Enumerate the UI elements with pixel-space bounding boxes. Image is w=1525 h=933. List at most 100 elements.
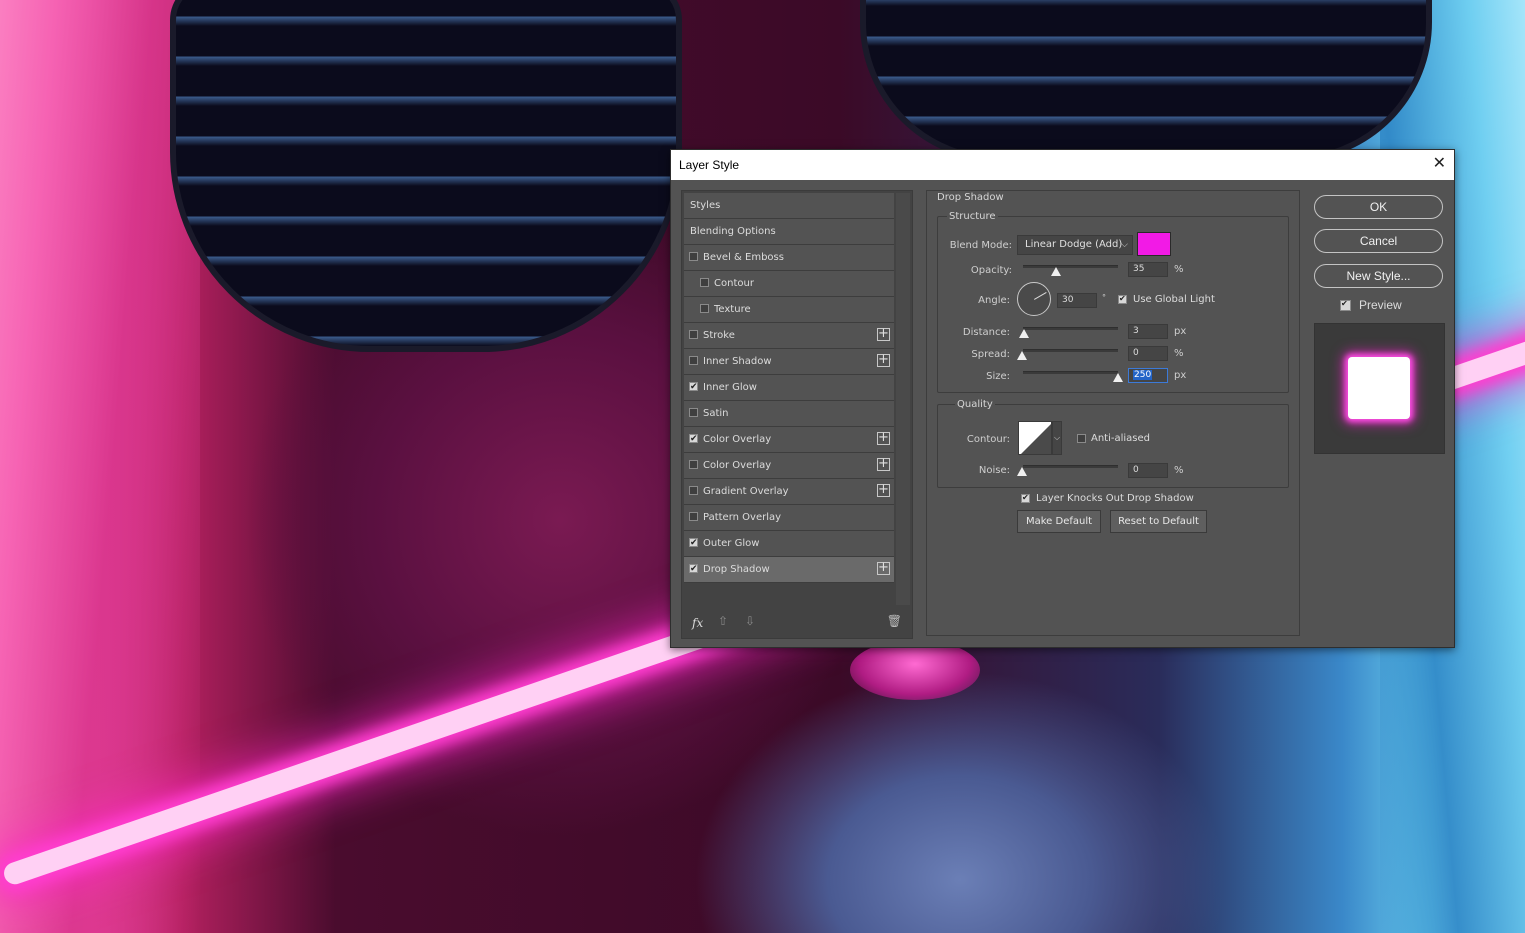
dialog-titlebar[interactable]: Layer Style ✕ bbox=[671, 150, 1454, 180]
style-checkbox[interactable] bbox=[689, 252, 698, 261]
style-preview bbox=[1314, 323, 1445, 454]
knocks-out-checkbox[interactable] bbox=[1021, 492, 1030, 504]
spread-label: Spread: bbox=[971, 349, 1010, 360]
close-icon[interactable]: ✕ bbox=[1433, 154, 1446, 174]
style-checkbox[interactable] bbox=[689, 460, 698, 469]
opacity-unit: % bbox=[1174, 264, 1184, 275]
move-down-icon[interactable]: ⇩ bbox=[745, 614, 755, 628]
shadow-color-swatch[interactable] bbox=[1137, 232, 1171, 256]
structure-title: Structure bbox=[947, 211, 998, 222]
style-row-contour[interactable]: Contour bbox=[684, 271, 894, 297]
spread-slider-thumb[interactable] bbox=[1017, 351, 1027, 360]
trash-icon[interactable]: 🗑 bbox=[887, 614, 902, 628]
make-default-button[interactable]: Make Default bbox=[1017, 510, 1101, 533]
opacity-slider[interactable] bbox=[1023, 265, 1118, 268]
cancel-button[interactable]: Cancel bbox=[1314, 229, 1443, 253]
add-style-icon[interactable]: + bbox=[877, 457, 890, 471]
drop-shadow-title: Drop Shadow bbox=[937, 192, 1004, 203]
style-row-texture[interactable]: Texture bbox=[684, 297, 894, 323]
fx-icon[interactable]: fx bbox=[692, 616, 703, 630]
angle-field[interactable]: 30 bbox=[1057, 293, 1097, 308]
distance-field[interactable]: 3 bbox=[1128, 324, 1168, 339]
add-style-icon[interactable]: + bbox=[877, 561, 890, 575]
angle-unit: ° bbox=[1102, 293, 1106, 302]
style-checkbox[interactable] bbox=[689, 486, 698, 495]
style-checkbox[interactable] bbox=[689, 512, 698, 521]
style-label: Contour bbox=[714, 278, 754, 289]
add-style-icon[interactable]: + bbox=[877, 431, 890, 445]
glasses-right-lens bbox=[860, 0, 1432, 162]
opacity-slider-thumb[interactable] bbox=[1051, 267, 1062, 276]
blend-mode-select[interactable]: Linear Dodge (Add) ⌵ bbox=[1017, 235, 1133, 255]
distance-label: Distance: bbox=[962, 327, 1010, 338]
angle-label: Angle: bbox=[978, 295, 1010, 306]
styles-list-toolbar: fx ⇧ ⇩ 🗑 bbox=[682, 608, 912, 638]
style-row-outer-glow[interactable]: Outer Glow bbox=[684, 531, 894, 557]
style-checkbox[interactable] bbox=[689, 356, 698, 365]
styles-list-panel: Styles Blending Options Bevel & Emboss Co… bbox=[681, 190, 913, 639]
style-row-stroke[interactable]: Stroke + bbox=[684, 323, 894, 349]
contour-dropdown-icon[interactable]: ⌵ bbox=[1052, 421, 1062, 455]
preview-label: Preview bbox=[1359, 298, 1402, 312]
layer-style-dialog: Layer Style ✕ Styles Blending Options Be… bbox=[670, 149, 1455, 648]
reset-to-default-button[interactable]: Reset to Default bbox=[1110, 510, 1207, 533]
style-checkbox[interactable] bbox=[689, 375, 698, 400]
spread-slider[interactable] bbox=[1023, 349, 1118, 352]
style-row-inner-glow[interactable]: Inner Glow bbox=[684, 375, 894, 401]
style-row-color-overlay[interactable]: Color Overlay + bbox=[684, 453, 894, 479]
style-row-color-overlay[interactable]: Color Overlay + bbox=[684, 427, 894, 453]
style-row-drop-shadow[interactable]: Drop Shadow + bbox=[684, 557, 894, 583]
blend-mode-label: Blend Mode: bbox=[949, 240, 1012, 251]
lips bbox=[850, 640, 980, 700]
style-label: Inner Shadow bbox=[703, 356, 772, 367]
contour-preview[interactable] bbox=[1018, 421, 1052, 455]
style-checkbox[interactable] bbox=[689, 427, 698, 452]
move-up-icon[interactable]: ⇧ bbox=[718, 614, 728, 628]
size-slider[interactable] bbox=[1023, 371, 1118, 374]
size-field[interactable]: 250 bbox=[1128, 368, 1168, 383]
style-checkbox[interactable] bbox=[700, 304, 709, 313]
spread-field[interactable]: 0 bbox=[1128, 346, 1168, 361]
use-global-light-checkbox[interactable] bbox=[1118, 293, 1127, 305]
add-style-icon[interactable]: + bbox=[877, 353, 890, 367]
style-checkbox[interactable] bbox=[700, 278, 709, 287]
noise-field[interactable]: 0 bbox=[1128, 463, 1168, 478]
style-checkbox[interactable] bbox=[689, 408, 698, 417]
ok-button[interactable]: OK bbox=[1314, 195, 1443, 219]
style-checkbox[interactable] bbox=[689, 330, 698, 339]
style-label: Pattern Overlay bbox=[703, 512, 782, 523]
style-row-satin[interactable]: Satin bbox=[684, 401, 894, 427]
distance-unit: px bbox=[1174, 326, 1187, 337]
styles-header-row[interactable]: Styles bbox=[684, 193, 894, 219]
styles-list-scrollbar[interactable] bbox=[896, 193, 910, 605]
style-label: Stroke bbox=[703, 330, 735, 341]
opacity-label: Opacity: bbox=[970, 265, 1012, 276]
blending-options-row[interactable]: Blending Options bbox=[684, 219, 894, 245]
anti-aliased-checkbox[interactable] bbox=[1077, 434, 1086, 443]
preview-checkbox[interactable] bbox=[1340, 298, 1351, 311]
anti-aliased-label: Anti-aliased bbox=[1091, 433, 1151, 444]
distance-slider[interactable] bbox=[1023, 327, 1118, 330]
noise-slider[interactable] bbox=[1023, 465, 1118, 468]
add-style-icon[interactable]: + bbox=[877, 327, 890, 341]
style-row-pattern-overlay[interactable]: Pattern Overlay bbox=[684, 505, 894, 531]
style-row-bevel-emboss[interactable]: Bevel & Emboss bbox=[684, 245, 894, 271]
style-label: Inner Glow bbox=[703, 382, 757, 393]
style-label: Drop Shadow bbox=[703, 564, 770, 575]
add-style-icon[interactable]: + bbox=[877, 483, 890, 497]
new-style-button[interactable]: New Style... bbox=[1314, 264, 1443, 288]
style-label: Gradient Overlay bbox=[703, 486, 789, 497]
style-row-gradient-overlay[interactable]: Gradient Overlay + bbox=[684, 479, 894, 505]
style-checkbox[interactable] bbox=[689, 557, 698, 582]
style-checkbox[interactable] bbox=[689, 531, 698, 556]
noise-label: Noise: bbox=[978, 465, 1010, 476]
size-slider-thumb[interactable] bbox=[1113, 373, 1123, 382]
quality-title: Quality bbox=[955, 399, 995, 410]
style-row-inner-shadow[interactable]: Inner Shadow + bbox=[684, 349, 894, 375]
opacity-field[interactable]: 35 bbox=[1128, 262, 1168, 277]
dialog-title: Layer Style bbox=[679, 158, 740, 172]
noise-slider-thumb[interactable] bbox=[1017, 467, 1027, 476]
angle-dial[interactable] bbox=[1017, 282, 1051, 316]
style-label: Texture bbox=[714, 304, 751, 315]
distance-slider-thumb[interactable] bbox=[1019, 329, 1029, 338]
